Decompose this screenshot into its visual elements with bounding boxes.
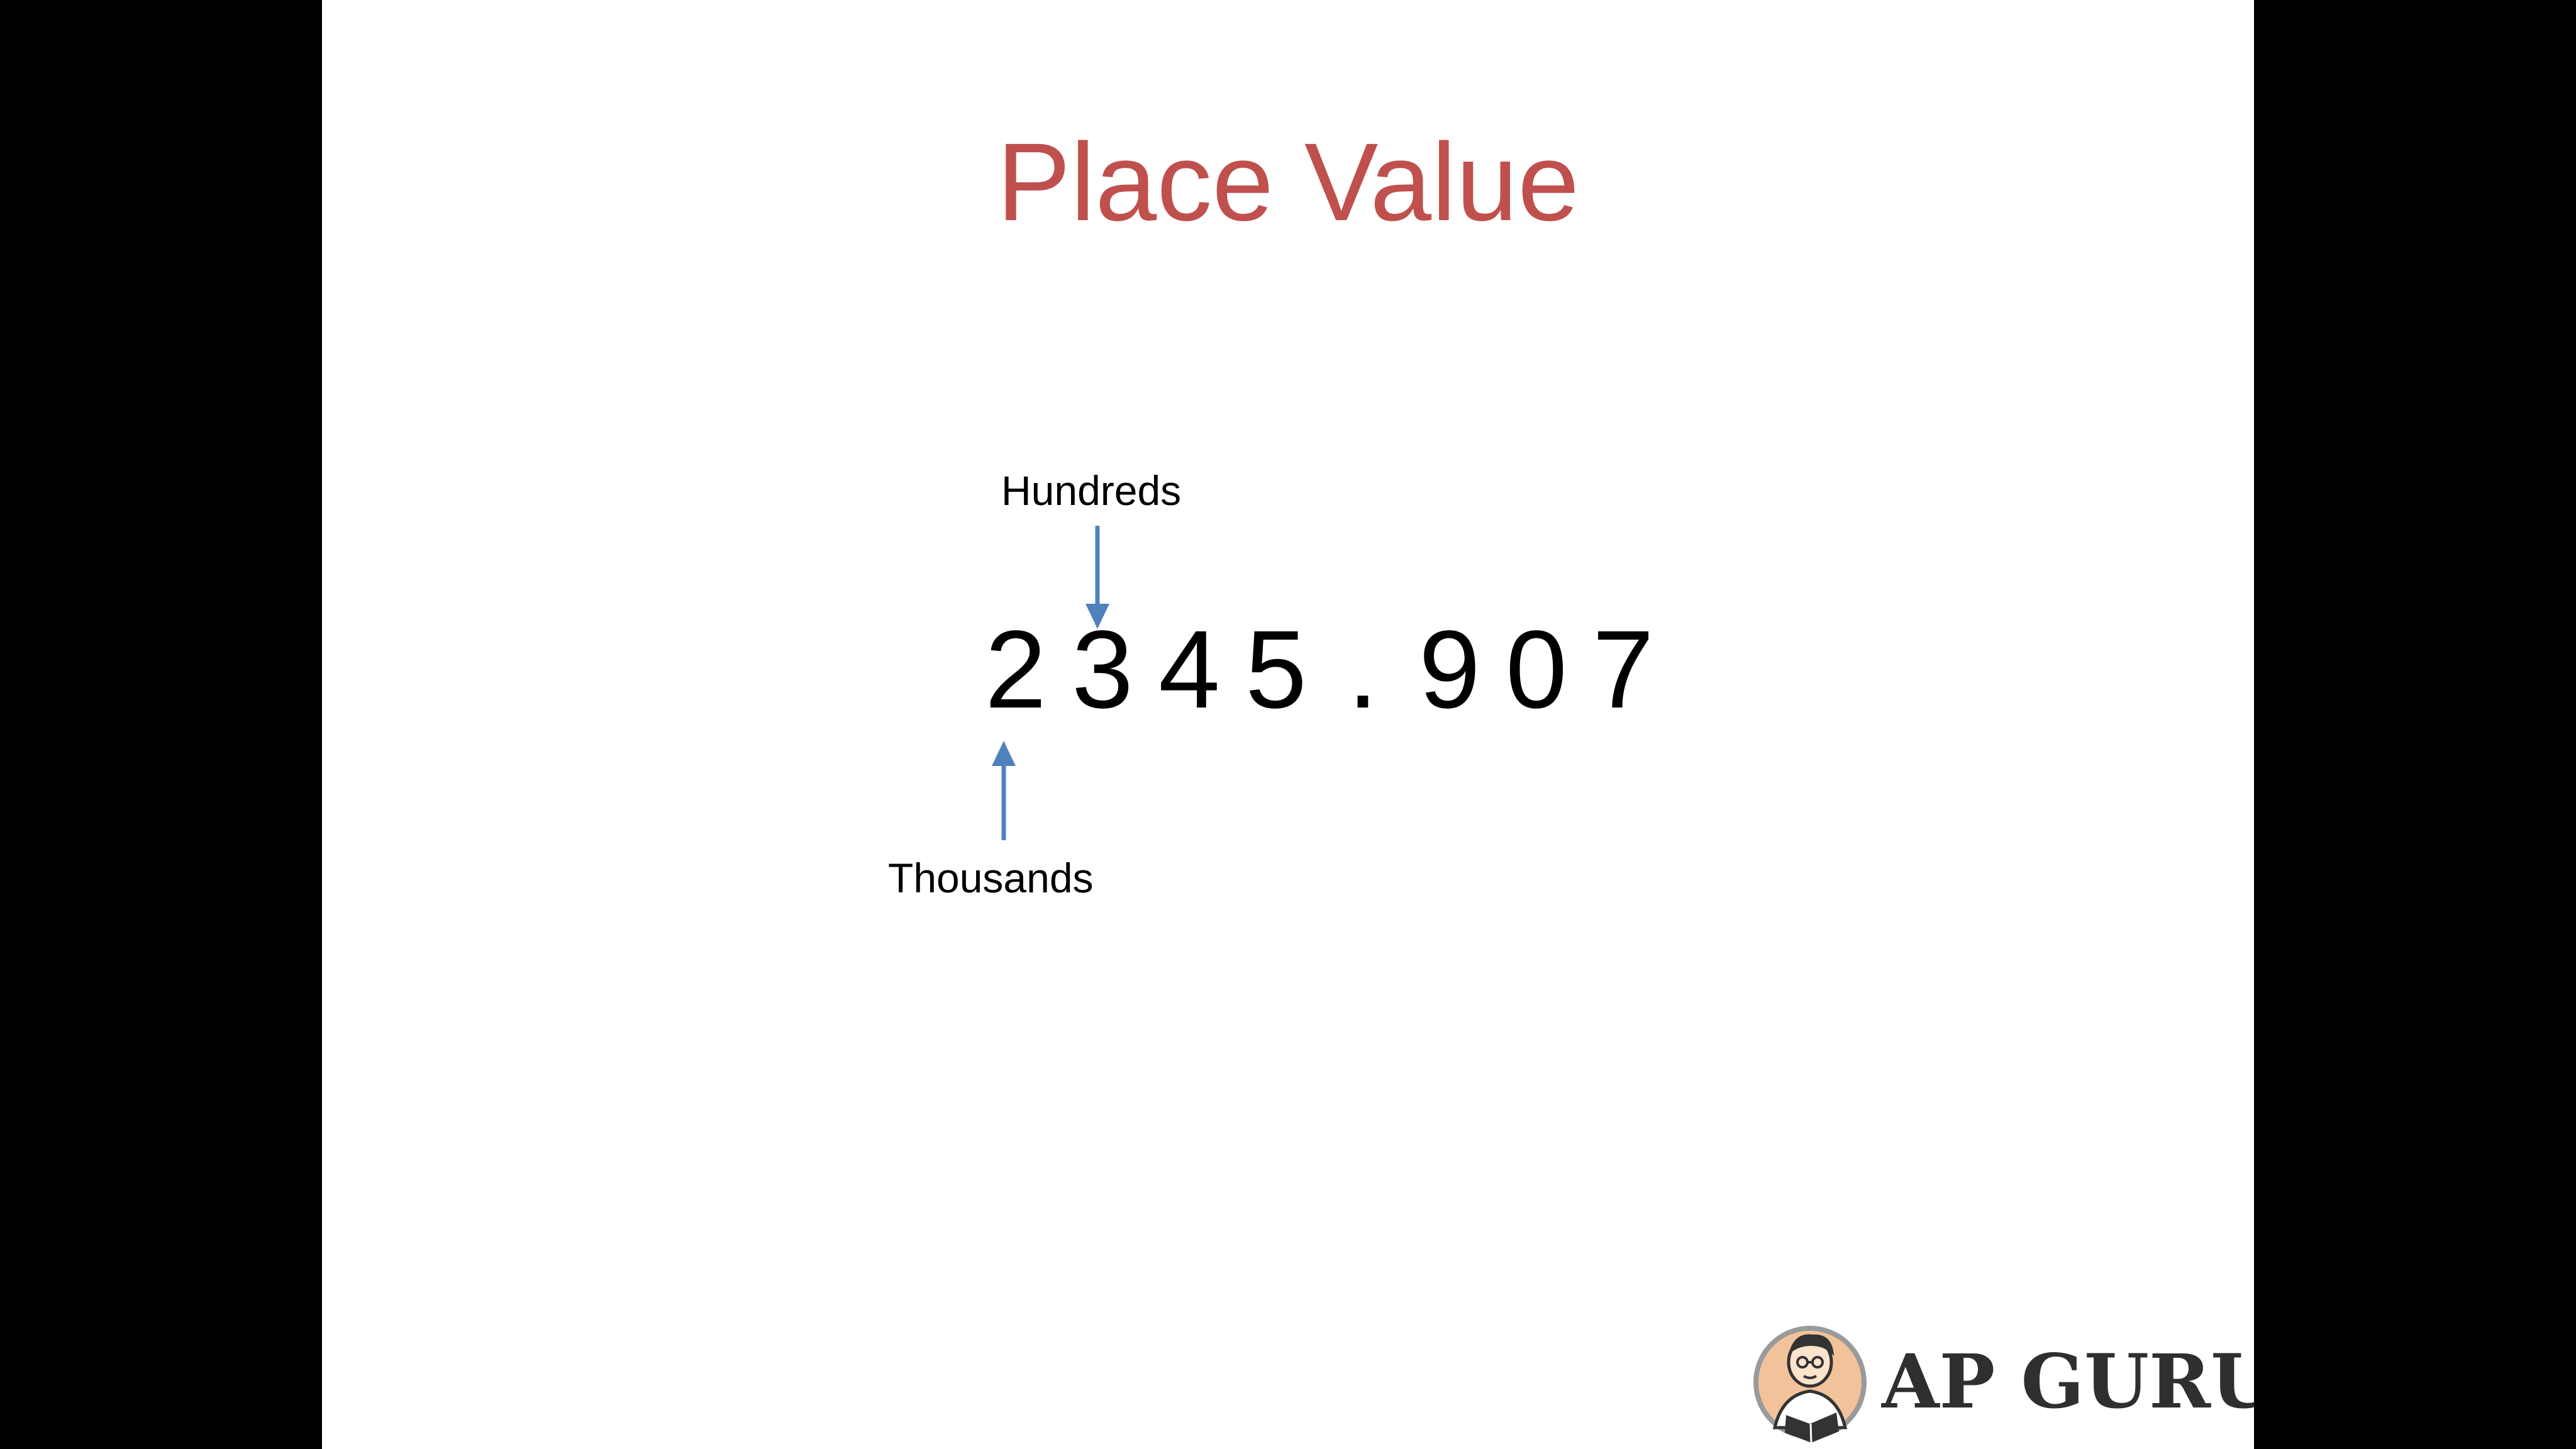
hundreds-label: Hundreds	[1001, 467, 1182, 514]
presentation-viewport: Place Value Hundreds 2 3 4 5 . 9 0 7 Tho…	[0, 0, 2576, 1449]
digit-hundredths: 0	[1506, 608, 1567, 731]
decimal-point: .	[1347, 608, 1379, 731]
slide-title: Place Value	[996, 121, 1580, 244]
thousands-arrow-icon	[992, 741, 1016, 840]
thousands-label: Thousands	[888, 855, 1094, 901]
slide: Place Value Hundreds 2 3 4 5 . 9 0 7 Tho…	[322, 0, 2254, 1449]
digit-thousandths: 7	[1592, 608, 1654, 731]
digit-tenths: 9	[1419, 608, 1480, 731]
digit-thousands: 2	[985, 608, 1046, 731]
reading-guru-mascot-icon	[1753, 1326, 1867, 1443]
digit-ones: 5	[1245, 608, 1307, 731]
logo-text: AP GURU	[1882, 1338, 2254, 1425]
digit-hundreds: 3	[1072, 608, 1133, 731]
ap-guru-logo: AP GURU	[1750, 1321, 2254, 1446]
digit-tens: 4	[1158, 608, 1220, 731]
